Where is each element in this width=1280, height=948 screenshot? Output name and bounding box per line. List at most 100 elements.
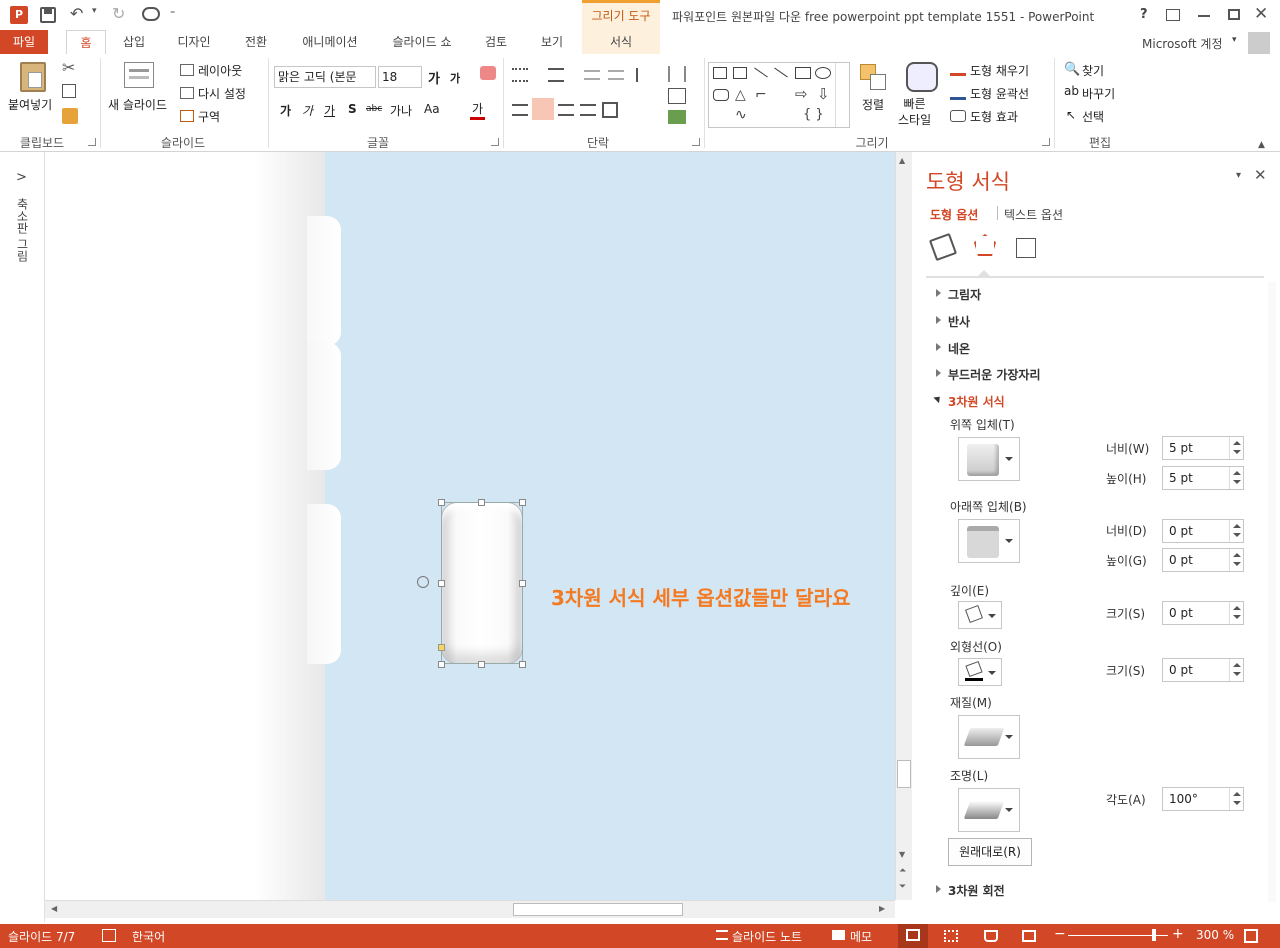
columns-icon[interactable] xyxy=(668,66,686,82)
undo-icon[interactable]: ↶ xyxy=(70,4,83,23)
zoom-level[interactable]: 300 % xyxy=(1196,928,1234,942)
partial-shape[interactable] xyxy=(307,216,341,346)
lighting-gallery[interactable] xyxy=(958,788,1020,832)
oval-shape-icon[interactable] xyxy=(815,67,831,79)
tab-transitions[interactable]: 전환 xyxy=(234,30,278,54)
shape-outline-icon[interactable] xyxy=(950,86,966,100)
fit-slide-icon[interactable] xyxy=(1244,929,1258,943)
section-icon[interactable] xyxy=(180,110,194,122)
tab-review[interactable]: 검토 xyxy=(476,30,516,54)
comments-button[interactable]: 메모 xyxy=(850,928,872,945)
layout-icon[interactable] xyxy=(180,64,194,76)
strikethrough-button[interactable]: abc xyxy=(366,104,382,114)
redo-icon[interactable]: ↻ xyxy=(112,4,125,23)
tab-format[interactable]: 서식 xyxy=(582,30,660,54)
top-height-input[interactable]: 5 pt xyxy=(1162,466,1244,490)
bullets-icon[interactable] xyxy=(512,68,528,82)
paragraph-launcher-icon[interactable] xyxy=(692,138,700,146)
clipboard-launcher-icon[interactable] xyxy=(88,138,96,146)
rectangle-shape-icon[interactable] xyxy=(795,67,811,79)
thumbnails-label[interactable]: 축소판 그림 xyxy=(14,198,31,262)
italic-button[interactable]: 가 xyxy=(302,102,313,119)
format-painter-icon[interactable] xyxy=(62,108,78,124)
shape-effects-icon[interactable] xyxy=(950,110,966,122)
grow-font-icon[interactable]: 가 xyxy=(428,68,440,87)
resize-handle[interactable] xyxy=(519,661,526,668)
partial-shape[interactable] xyxy=(307,342,341,470)
tab-design[interactable]: 디자인 xyxy=(168,30,220,54)
tab-text-options[interactable]: 텍스트 옵션 xyxy=(1004,206,1063,223)
pane-options-icon[interactable]: ▾ xyxy=(1236,170,1241,181)
slide-sorter-icon[interactable] xyxy=(944,930,958,942)
bottom-bevel-gallery[interactable] xyxy=(958,519,1020,563)
line-spacing-icon[interactable] xyxy=(636,68,652,82)
triangle-shape-icon[interactable]: △ xyxy=(735,87,746,103)
resize-handle[interactable] xyxy=(438,580,445,587)
tab-view[interactable]: 보기 xyxy=(530,30,574,54)
text-direction-icon[interactable] xyxy=(668,88,686,104)
undo-dropdown-icon[interactable]: ▾ xyxy=(92,6,97,16)
normal-view-button[interactable] xyxy=(898,924,928,948)
gallery-scroll[interactable] xyxy=(835,63,850,127)
horizontal-scrollbar[interactable]: ◀ ▶ xyxy=(45,900,895,918)
next-slide-icon[interactable]: ⏷ xyxy=(899,882,906,892)
arrange-button[interactable]: 정렬 xyxy=(862,96,884,113)
section-reflection[interactable]: 반사 xyxy=(935,313,970,330)
comments-icon[interactable] xyxy=(832,930,845,940)
scroll-thumb[interactable] xyxy=(513,903,683,916)
shadow-button[interactable]: S xyxy=(348,102,357,116)
account-avatar[interactable] xyxy=(1248,32,1270,54)
close-button[interactable]: ✕ xyxy=(1254,4,1268,24)
collapse-ribbon-icon[interactable]: ▲ xyxy=(1258,140,1265,150)
rounded-rect-shape-icon[interactable] xyxy=(713,89,729,101)
scroll-down-icon[interactable]: ▼ xyxy=(899,850,905,859)
shape-outline-button[interactable]: 도형 윤곽선 xyxy=(970,85,1029,102)
justify-icon[interactable] xyxy=(580,104,596,116)
align-left-icon[interactable] xyxy=(512,104,528,116)
shrink-font-icon[interactable]: 가 xyxy=(450,70,460,86)
partial-shape[interactable] xyxy=(307,504,341,664)
notes-button[interactable]: 슬라이드 노트 xyxy=(732,928,802,945)
reading-view-icon[interactable] xyxy=(984,930,998,942)
tab-home[interactable]: 홈 xyxy=(66,30,106,55)
right-arrow-shape-icon[interactable]: ⇨ xyxy=(795,85,808,103)
arrow-shape-icon[interactable] xyxy=(774,67,788,78)
font-size-combo[interactable]: 18 xyxy=(378,66,422,88)
save-icon[interactable] xyxy=(40,7,56,23)
new-slide-icon[interactable] xyxy=(124,62,154,88)
resize-handle[interactable] xyxy=(519,580,526,587)
depth-color-picker[interactable] xyxy=(958,601,1002,629)
scroll-left-icon[interactable]: ◀ xyxy=(51,904,57,913)
connector-shape-icon[interactable]: ⌐ xyxy=(755,87,767,103)
account-dropdown-icon[interactable]: ▾ xyxy=(1232,35,1237,45)
curve-shape-icon[interactable]: ∿ xyxy=(735,107,747,123)
zoom-out-icon[interactable]: − xyxy=(1054,926,1066,942)
angle-input[interactable]: 100° xyxy=(1162,787,1244,811)
section-button[interactable]: 구역 xyxy=(198,108,220,125)
bold-button[interactable]: 가 xyxy=(280,102,291,119)
underline-button[interactable]: 가 xyxy=(324,102,335,119)
quick-styles-icon[interactable] xyxy=(906,62,938,92)
expand-thumbnails-icon[interactable]: > xyxy=(16,170,27,185)
brace-shape-icon[interactable]: { } xyxy=(803,107,824,122)
section-3d-format[interactable]: 3차원 서식 xyxy=(948,393,1005,410)
resize-handle[interactable] xyxy=(438,499,445,506)
zoom-in-icon[interactable]: + xyxy=(1172,926,1184,942)
scroll-up-icon[interactable]: ▲ xyxy=(899,156,905,165)
tab-file[interactable]: 파일 xyxy=(0,30,48,54)
slide-counter[interactable]: 슬라이드 7/7 xyxy=(8,928,75,945)
replace-icon[interactable]: ab xyxy=(1064,84,1079,98)
quick-styles-button[interactable]: 빠른 스타일 xyxy=(898,96,931,128)
reset-icon[interactable] xyxy=(180,87,194,99)
copy-icon[interactable] xyxy=(62,84,76,98)
zoom-slider-thumb[interactable] xyxy=(1152,929,1156,941)
contour-color-picker[interactable] xyxy=(958,658,1002,686)
line-shape-icon[interactable] xyxy=(754,67,768,78)
section-glow[interactable]: 네온 xyxy=(935,340,970,357)
reset-3d-button[interactable]: 원래대로(R) xyxy=(948,838,1032,866)
help-button[interactable]: ? xyxy=(1140,7,1148,22)
scroll-thumb[interactable] xyxy=(897,760,911,788)
textbox-shape-icon[interactable] xyxy=(713,67,727,79)
language-indicator[interactable]: 한국어 xyxy=(132,928,165,945)
spelling-icon[interactable] xyxy=(102,929,116,942)
